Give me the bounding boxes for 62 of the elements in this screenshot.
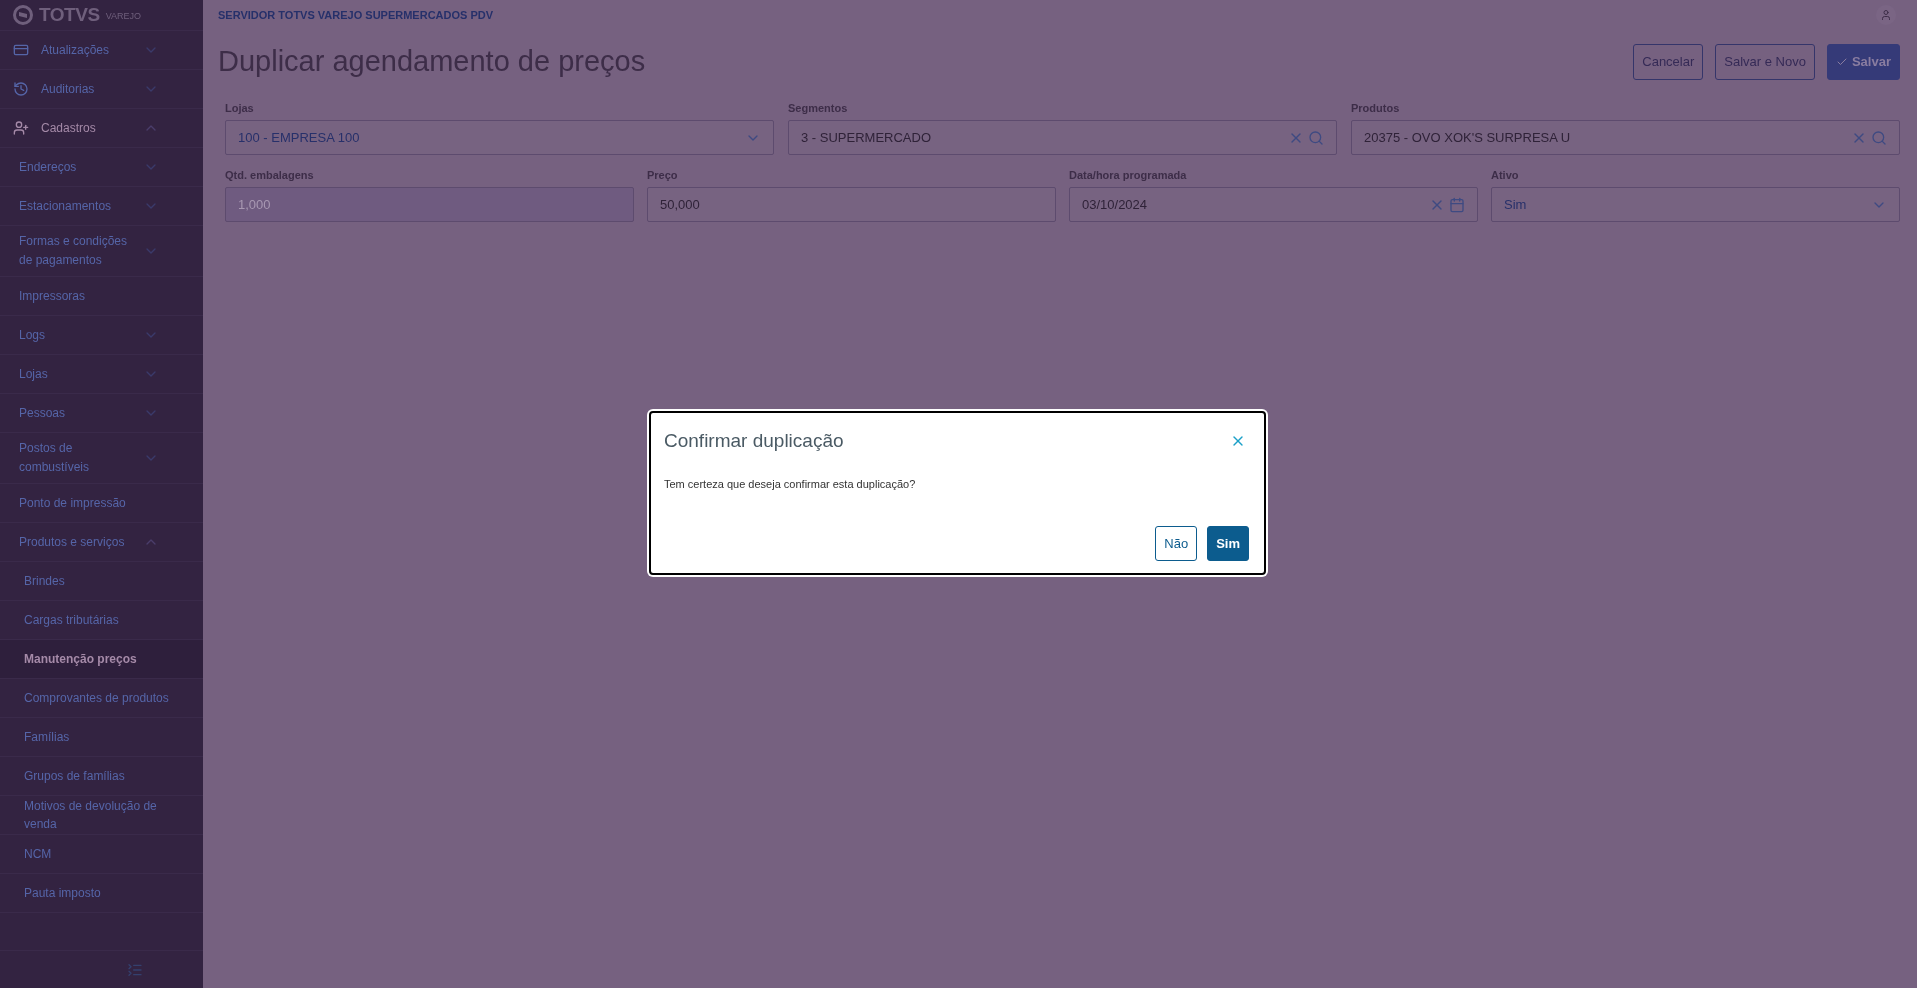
sidebar-group[interactable]: Auditorias	[0, 70, 203, 109]
user-icon	[1880, 9, 1892, 21]
field-label: Qtd. embalagens	[225, 168, 315, 181]
input-field[interactable]: 3 - SUPERMERCADO	[788, 120, 1337, 155]
collapse-menu-icon[interactable]	[127, 961, 143, 978]
calendar-icon[interactable]	[1449, 196, 1465, 213]
sidebar-item[interactable]: Pauta imposto	[0, 874, 203, 913]
page-title: Duplicar agendamento de preços	[218, 44, 646, 80]
brand-name: TOTVS	[39, 2, 100, 27]
action-button[interactable]: Salvar	[1826, 44, 1900, 80]
field-value: 100 - EMPRESA 100	[238, 128, 361, 147]
search-icon[interactable]	[1308, 129, 1324, 146]
input-field[interactable]: 20375 - OVO XOK'S SURPRESA U	[1351, 120, 1900, 155]
sidebar-item[interactable]: Postos de combustíveis	[0, 433, 203, 484]
sidebar-item[interactable]: Manutenção preços	[0, 640, 203, 679]
field-value: 50,000	[660, 195, 701, 214]
field-value: 3 - SUPERMERCADO	[801, 128, 933, 147]
search-icon[interactable]	[1871, 129, 1887, 146]
field-label: Ativo	[1491, 168, 1520, 181]
field-value: 1,000	[238, 195, 272, 214]
field-label: Lojas	[225, 101, 255, 114]
logo-icon	[13, 5, 33, 25]
field-value: 03/10/2024	[1082, 195, 1149, 214]
sidebar-item[interactable]: Famílias	[0, 718, 203, 757]
action-button[interactable]: Salvar e Novo	[1715, 44, 1815, 80]
field-value: Sim	[1504, 195, 1528, 214]
sidebar-item[interactable]: Produtos e serviços	[0, 523, 203, 562]
dialog-message: Tem certeza que deseja confirmar esta duplicação?	[664, 476, 917, 492]
field-value: 20375 - OVO XOK'S SURPRESA U	[1364, 128, 1572, 147]
sidebar-item[interactable]: Lojas	[0, 355, 203, 394]
input-field[interactable]: Sim	[1491, 187, 1900, 222]
sidebar-item[interactable]: Motivos de devolução de venda	[0, 796, 203, 835]
user-avatar[interactable]	[1876, 5, 1896, 25]
action-button[interactable]: Cancelar	[1633, 44, 1704, 80]
sidebar-item[interactable]: Logs	[0, 316, 203, 355]
dialog-button[interactable]: Não	[1155, 526, 1198, 561]
field-label: Segmentos	[788, 101, 849, 114]
sidebar-item[interactable]: Ponto de impressão	[0, 484, 203, 523]
sidebar-group[interactable]: Cadastros	[0, 109, 203, 148]
sidebar-item[interactable]: Formas e condições de pagamentos	[0, 226, 203, 277]
sidebar-item[interactable]: Grupos de famílias	[0, 757, 203, 796]
sidebar-item[interactable]: Endereços	[0, 148, 203, 187]
add-user-icon	[13, 120, 29, 136]
check-icon	[1835, 56, 1848, 68]
input-field[interactable]: 03/10/2024	[1069, 187, 1478, 222]
sidebar-item[interactable]: Pessoas	[0, 394, 203, 433]
sidebar-item[interactable]: Comprovantes de produtos	[0, 679, 203, 718]
field-label: Produtos	[1351, 101, 1401, 114]
sidebar-item[interactable]: Estacionamentos	[0, 187, 203, 226]
sidebar-item[interactable]: NCM	[0, 835, 203, 874]
dialog-title: Confirmar duplicação	[664, 429, 844, 453]
sidebar-item[interactable]: Impressoras	[0, 277, 203, 316]
dialog-button[interactable]: Sim	[1207, 526, 1249, 561]
card-icon	[13, 42, 29, 58]
server-name: SERVIDOR TOTVS VAREJO SUPERMERCADOS PDV	[218, 7, 494, 23]
sidebar-group[interactable]: Atualizações	[0, 31, 203, 70]
sidebar-item[interactable]: Brindes	[0, 562, 203, 601]
field-label: Preço	[647, 168, 679, 181]
input-field[interactable]: 50,000	[647, 187, 1056, 222]
input-field[interactable]: 100 - EMPRESA 100	[225, 120, 774, 155]
field-label: Data/hora programada	[1069, 168, 1188, 181]
history-icon	[13, 81, 29, 97]
